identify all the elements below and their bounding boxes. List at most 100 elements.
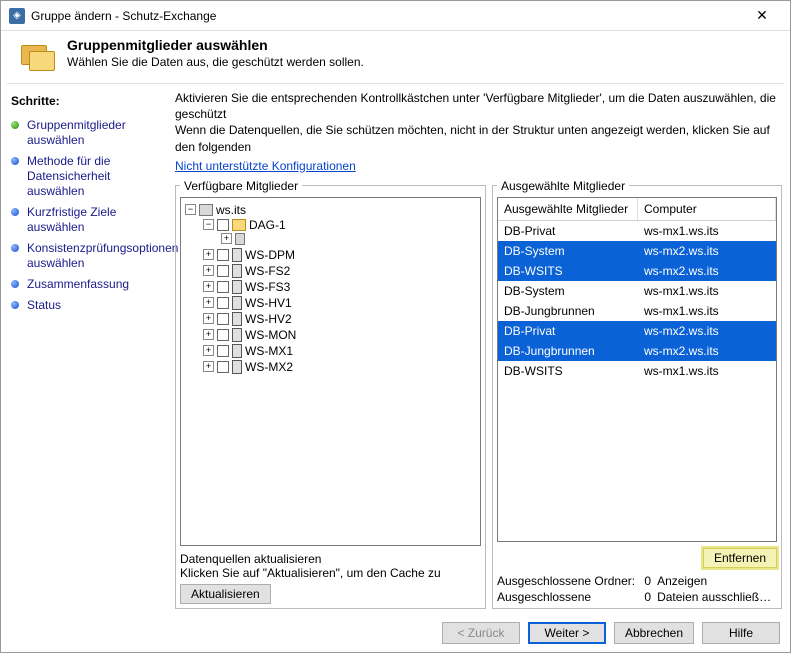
tree-root-label[interactable]: ws.its <box>216 203 246 217</box>
table-row[interactable]: DB-Systemws-mx1.ws.its <box>498 281 776 301</box>
tree-node-dag[interactable]: DAG-1 <box>249 218 286 232</box>
server-icon <box>232 344 242 358</box>
page-title: Gruppenmitglieder auswählen <box>67 37 364 53</box>
cell-name: DB-Privat <box>498 321 638 341</box>
checkbox[interactable] <box>217 297 229 309</box>
expand-icon[interactable]: + <box>203 265 214 276</box>
table-row[interactable]: DB-Jungbrunnenws-mx2.ws.its <box>498 341 776 361</box>
steps-sidebar: Schritte: Gruppenmitglieder auswählen Met… <box>1 84 171 624</box>
cell-name: DB-Jungbrunnen <box>498 341 638 361</box>
checkbox[interactable] <box>217 249 229 261</box>
collapse-icon[interactable]: − <box>185 204 196 215</box>
step-bullet-icon <box>11 244 19 252</box>
title-bar[interactable]: ◈ Gruppe ändern - Schutz-Exchange ✕ <box>1 1 790 31</box>
tree-node-label[interactable]: WS-MX1 <box>245 344 293 358</box>
tree-node-label[interactable]: WS-HV2 <box>245 312 292 326</box>
expand-icon[interactable]: + <box>203 329 214 340</box>
wizard-step[interactable]: Methode für die Datensicherheit auswähle… <box>11 154 161 199</box>
collapse-icon[interactable]: − <box>203 219 214 230</box>
domain-icon <box>199 204 213 216</box>
wizard-step[interactable]: Konsistenzprüfungsoptionen auswählen <box>11 241 161 271</box>
help-button[interactable]: Hilfe <box>702 622 780 644</box>
next-button[interactable]: Weiter > <box>528 622 606 644</box>
expand-icon[interactable]: + <box>203 361 214 372</box>
expand-icon[interactable]: + <box>221 233 232 244</box>
step-label: Kurzfristige Ziele auswählen <box>27 205 161 235</box>
wizard-step[interactable]: Status <box>11 298 161 313</box>
server-icon <box>232 264 242 278</box>
window-title: Gruppe ändern - Schutz-Exchange <box>31 9 742 23</box>
dialog-window: ◈ Gruppe ändern - Schutz-Exchange ✕ Grup… <box>0 0 791 653</box>
unsupported-config-link[interactable]: Nicht unterstützte Konfigurationen <box>175 159 356 173</box>
table-row[interactable]: DB-WSITSws-mx1.ws.its <box>498 361 776 381</box>
checkbox[interactable] <box>217 345 229 357</box>
cell-computer: ws-mx1.ws.its <box>638 281 776 301</box>
col-selected-members[interactable]: Ausgewählte Mitglieder <box>498 198 638 220</box>
available-members-group: Verfügbare Mitglieder − ws.its <box>175 179 486 609</box>
tree-node-label[interactable]: WS-MX2 <box>245 360 293 374</box>
checkbox[interactable] <box>217 281 229 293</box>
cell-name: DB-WSITS <box>498 361 638 381</box>
wizard-step[interactable]: Kurzfristige Ziele auswählen <box>11 205 161 235</box>
tree-node-label[interactable]: WS-HV1 <box>245 296 292 310</box>
app-icon: ◈ <box>9 8 25 24</box>
dag-icon <box>232 219 246 231</box>
expand-icon[interactable]: + <box>203 313 214 324</box>
table-row[interactable]: DB-Jungbrunnenws-mx1.ws.its <box>498 301 776 321</box>
wizard-step[interactable]: Gruppenmitglieder auswählen <box>11 118 161 148</box>
expand-icon[interactable]: + <box>203 281 214 292</box>
table-row[interactable]: DB-Systemws-mx2.ws.its <box>498 241 776 261</box>
checkbox[interactable] <box>217 265 229 277</box>
server-icon <box>232 296 242 310</box>
exclude-files-link[interactable]: Dateien ausschließen... <box>657 590 777 604</box>
selected-members-group: Ausgewählte Mitglieder Ausgewählte Mitgl… <box>492 179 782 609</box>
expand-icon[interactable]: + <box>203 249 214 260</box>
cell-name: DB-System <box>498 241 638 261</box>
steps-heading: Schritte: <box>11 94 165 108</box>
cell-computer: ws-mx2.ws.its <box>638 341 776 361</box>
page-subtitle: Wählen Sie die Daten aus, die geschützt … <box>67 55 364 69</box>
tree-node-label[interactable]: WS-FS3 <box>245 280 290 294</box>
server-icon <box>235 233 245 245</box>
cell-computer: ws-mx2.ws.its <box>638 261 776 281</box>
back-button: < Zurück <box>442 622 520 644</box>
remove-button[interactable]: Entfernen <box>703 548 777 568</box>
table-row[interactable]: DB-Privatws-mx2.ws.its <box>498 321 776 341</box>
server-icon <box>232 248 242 262</box>
checkbox[interactable] <box>217 361 229 373</box>
tree-node-label[interactable]: WS-FS2 <box>245 264 290 278</box>
view-excluded-link[interactable]: Anzeigen <box>657 574 777 588</box>
cell-computer: ws-mx1.ws.its <box>638 361 776 381</box>
server-icon <box>232 328 242 342</box>
checkbox[interactable] <box>217 313 229 325</box>
cell-computer: ws-mx2.ws.its <box>638 241 776 261</box>
cancel-button[interactable]: Abbrechen <box>614 622 694 644</box>
tree-node-label[interactable]: WS-DPM <box>245 248 295 262</box>
tree-node-label[interactable]: WS-MON <box>245 328 296 342</box>
available-tree[interactable]: − ws.its − <box>180 197 481 546</box>
selected-legend: Ausgewählte Mitglieder <box>497 179 629 193</box>
expand-icon[interactable]: + <box>203 345 214 356</box>
close-icon[interactable]: ✕ <box>742 7 782 24</box>
cell-computer: ws-mx2.ws.its <box>638 321 776 341</box>
selected-table[interactable]: Ausgewählte Mitglieder Computer DB-Priva… <box>497 197 777 542</box>
refresh-hint: Klicken Sie auf "Aktualisieren", um den … <box>180 566 481 580</box>
wizard-buttons: < Zurück Weiter > Abbrechen Hilfe <box>442 622 780 644</box>
refresh-button[interactable]: Aktualisieren <box>180 584 271 604</box>
excluded-folders-count: 0 <box>635 574 657 588</box>
step-bullet-icon <box>11 121 19 129</box>
server-icon <box>232 280 242 294</box>
folder-icon <box>21 41 57 73</box>
expand-icon[interactable]: + <box>203 297 214 308</box>
cell-name: DB-Privat <box>498 221 638 241</box>
table-row[interactable]: DB-WSITSws-mx2.ws.its <box>498 261 776 281</box>
excluded-count: 0 <box>635 590 657 604</box>
available-legend: Verfügbare Mitglieder <box>180 179 302 193</box>
wizard-step[interactable]: Zusammenfassung <box>11 277 161 292</box>
checkbox[interactable] <box>217 219 229 231</box>
step-label: Methode für die Datensicherheit auswähle… <box>27 154 161 199</box>
step-bullet-icon <box>11 157 19 165</box>
table-row[interactable]: DB-Privatws-mx1.ws.its <box>498 221 776 241</box>
col-computer[interactable]: Computer <box>638 198 776 220</box>
checkbox[interactable] <box>217 329 229 341</box>
